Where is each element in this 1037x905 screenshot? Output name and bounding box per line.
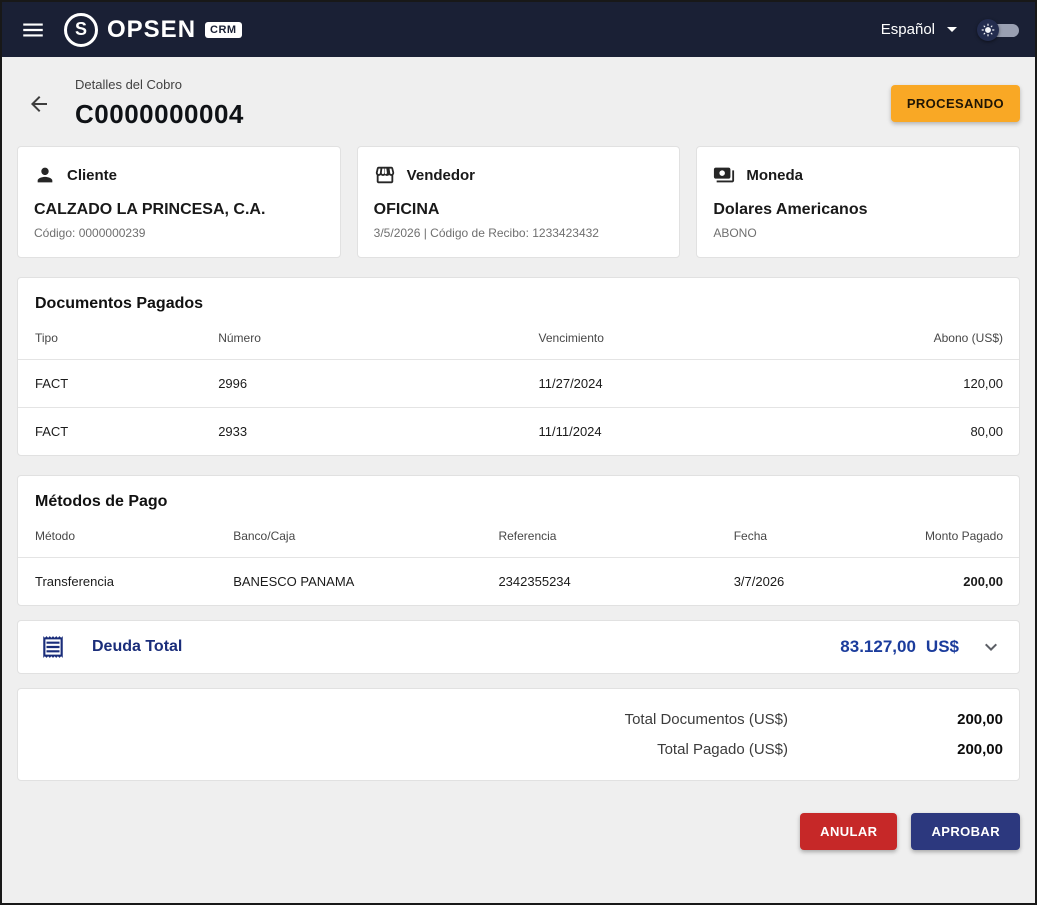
total-paid-label: Total Pagado (US$): [657, 741, 788, 758]
vendor-card: Vendedor OFICINA 3/5/2026 | Código de Re…: [357, 146, 681, 258]
opsen-logo-icon: S: [64, 13, 98, 47]
hamburger-icon: [20, 17, 46, 43]
documents-header-row: Tipo Número Vencimiento Abono (US$): [18, 323, 1019, 360]
currency-name: Dolares Americanos: [713, 201, 1003, 219]
client-card: Cliente CALZADO LA PRINCESA, C.A. Código…: [17, 146, 341, 258]
approve-button[interactable]: APROBAR: [911, 813, 1020, 850]
debt-amount-currency: US$: [926, 637, 959, 657]
totals-summary-card: Total Documentos (US$) 200,00 Total Paga…: [17, 688, 1020, 781]
status-badge[interactable]: PROCESANDO: [891, 85, 1020, 122]
doc-number: 2933: [218, 408, 538, 456]
doc-due-date: 11/11/2024: [539, 408, 859, 456]
language-selector[interactable]: Español: [881, 21, 957, 38]
vendor-details: 3/5/2026 | Código de Recibo: 1233423432: [374, 226, 664, 240]
receipt-icon: [40, 634, 66, 660]
info-cards-row: Cliente CALZADO LA PRINCESA, C.A. Código…: [17, 146, 1020, 258]
person-icon: [34, 164, 56, 186]
theme-toggle[interactable]: [977, 19, 1019, 41]
documents-title: Documentos Pagados: [18, 278, 1019, 323]
payment-methods-table: Método Banco/Caja Referencia Fecha Monto…: [18, 521, 1019, 605]
card-head: Moneda: [713, 164, 1003, 186]
app-window: S OPSEN CRM Español Detalles del C: [0, 0, 1037, 905]
column-header: Referencia: [498, 521, 733, 558]
payment-method: Transferencia: [18, 558, 233, 606]
page-subtitle: Detalles del Cobro: [75, 77, 244, 92]
title-block: Detalles del Cobro C0000000004: [75, 77, 244, 130]
payment-methods-panel: Métodos de Pago Método Banco/Caja Refere…: [17, 475, 1020, 606]
payment-type: ABONO: [713, 226, 1003, 240]
payment-amount: 200,00: [869, 558, 1019, 606]
client-code: Código: 0000000239: [34, 226, 324, 240]
brand-logo: S OPSEN CRM: [64, 13, 242, 47]
payments-icon: [713, 164, 735, 186]
actions-row: ANULAR APROBAR: [17, 813, 1020, 850]
doc-type: FACT: [18, 408, 218, 456]
debt-amount-value: 83.127,00: [840, 637, 916, 657]
back-button[interactable]: [17, 82, 61, 126]
vendor-name: OFICINA: [374, 201, 664, 219]
table-row: FACT 2996 11/27/2024 120,00: [18, 360, 1019, 408]
top-navbar: S OPSEN CRM Español: [2, 2, 1035, 57]
storefront-icon: [374, 164, 396, 186]
dropdown-arrow-icon: [947, 27, 957, 32]
page-header: Detalles del Cobro C0000000004 PROCESAND…: [17, 57, 1020, 146]
totals-row: Total Documentos (US$) 200,00: [34, 711, 1003, 728]
card-title: Cliente: [67, 167, 117, 184]
total-documents-label: Total Documentos (US$): [625, 711, 788, 728]
doc-due-date: 11/27/2024: [539, 360, 859, 408]
card-head: Vendedor: [374, 164, 664, 186]
debt-total-amount: 83.127,00 US$: [840, 637, 959, 657]
column-header: Número: [218, 323, 538, 360]
brand-badge: CRM: [205, 22, 242, 38]
cancel-button[interactable]: ANULAR: [800, 813, 897, 850]
doc-amount: 80,00: [859, 408, 1019, 456]
payment-methods-title: Métodos de Pago: [18, 476, 1019, 521]
table-row: FACT 2933 11/11/2024 80,00: [18, 408, 1019, 456]
payment-date: 3/7/2026: [734, 558, 869, 606]
page-title: C0000000004: [75, 99, 244, 130]
column-header: Vencimiento: [539, 323, 859, 360]
documents-table: Tipo Número Vencimiento Abono (US$) FACT…: [18, 323, 1019, 455]
navbar-right: Español: [881, 19, 1019, 41]
payment-reference: 2342355234: [498, 558, 733, 606]
doc-type: FACT: [18, 360, 218, 408]
column-header: Fecha: [734, 521, 869, 558]
toggle-knob: [977, 19, 999, 41]
debt-total-accordion[interactable]: Deuda Total 83.127,00 US$: [17, 620, 1020, 674]
language-label: Español: [881, 21, 935, 38]
card-title: Moneda: [746, 167, 803, 184]
total-paid-value: 200,00: [788, 741, 1003, 758]
column-header: Tipo: [18, 323, 218, 360]
client-name: CALZADO LA PRINCESA, C.A.: [34, 201, 324, 219]
column-header: Banco/Caja: [233, 521, 498, 558]
debt-total-label: Deuda Total: [92, 638, 182, 656]
column-header: Abono (US$): [859, 323, 1019, 360]
column-header: Monto Pagado: [869, 521, 1019, 558]
total-documents-value: 200,00: [788, 711, 1003, 728]
doc-number: 2996: [218, 360, 538, 408]
brand-name: OPSEN: [107, 16, 196, 44]
currency-card: Moneda Dolares Americanos ABONO: [696, 146, 1020, 258]
column-header: Método: [18, 521, 233, 558]
chevron-down-icon[interactable]: [979, 635, 1003, 659]
arrow-back-icon: [27, 92, 51, 116]
card-head: Cliente: [34, 164, 324, 186]
totals-row: Total Pagado (US$) 200,00: [34, 741, 1003, 758]
doc-amount: 120,00: [859, 360, 1019, 408]
payment-bank: BANESCO PANAMA: [233, 558, 498, 606]
payment-methods-header-row: Método Banco/Caja Referencia Fecha Monto…: [18, 521, 1019, 558]
sun-icon: [981, 23, 995, 37]
menu-button[interactable]: [18, 15, 48, 45]
documents-panel: Documentos Pagados Tipo Número Vencimien…: [17, 277, 1020, 456]
card-title: Vendedor: [407, 167, 475, 184]
main-content: Detalles del Cobro C0000000004 PROCESAND…: [2, 57, 1035, 903]
table-row: Transferencia BANESCO PANAMA 2342355234 …: [18, 558, 1019, 606]
